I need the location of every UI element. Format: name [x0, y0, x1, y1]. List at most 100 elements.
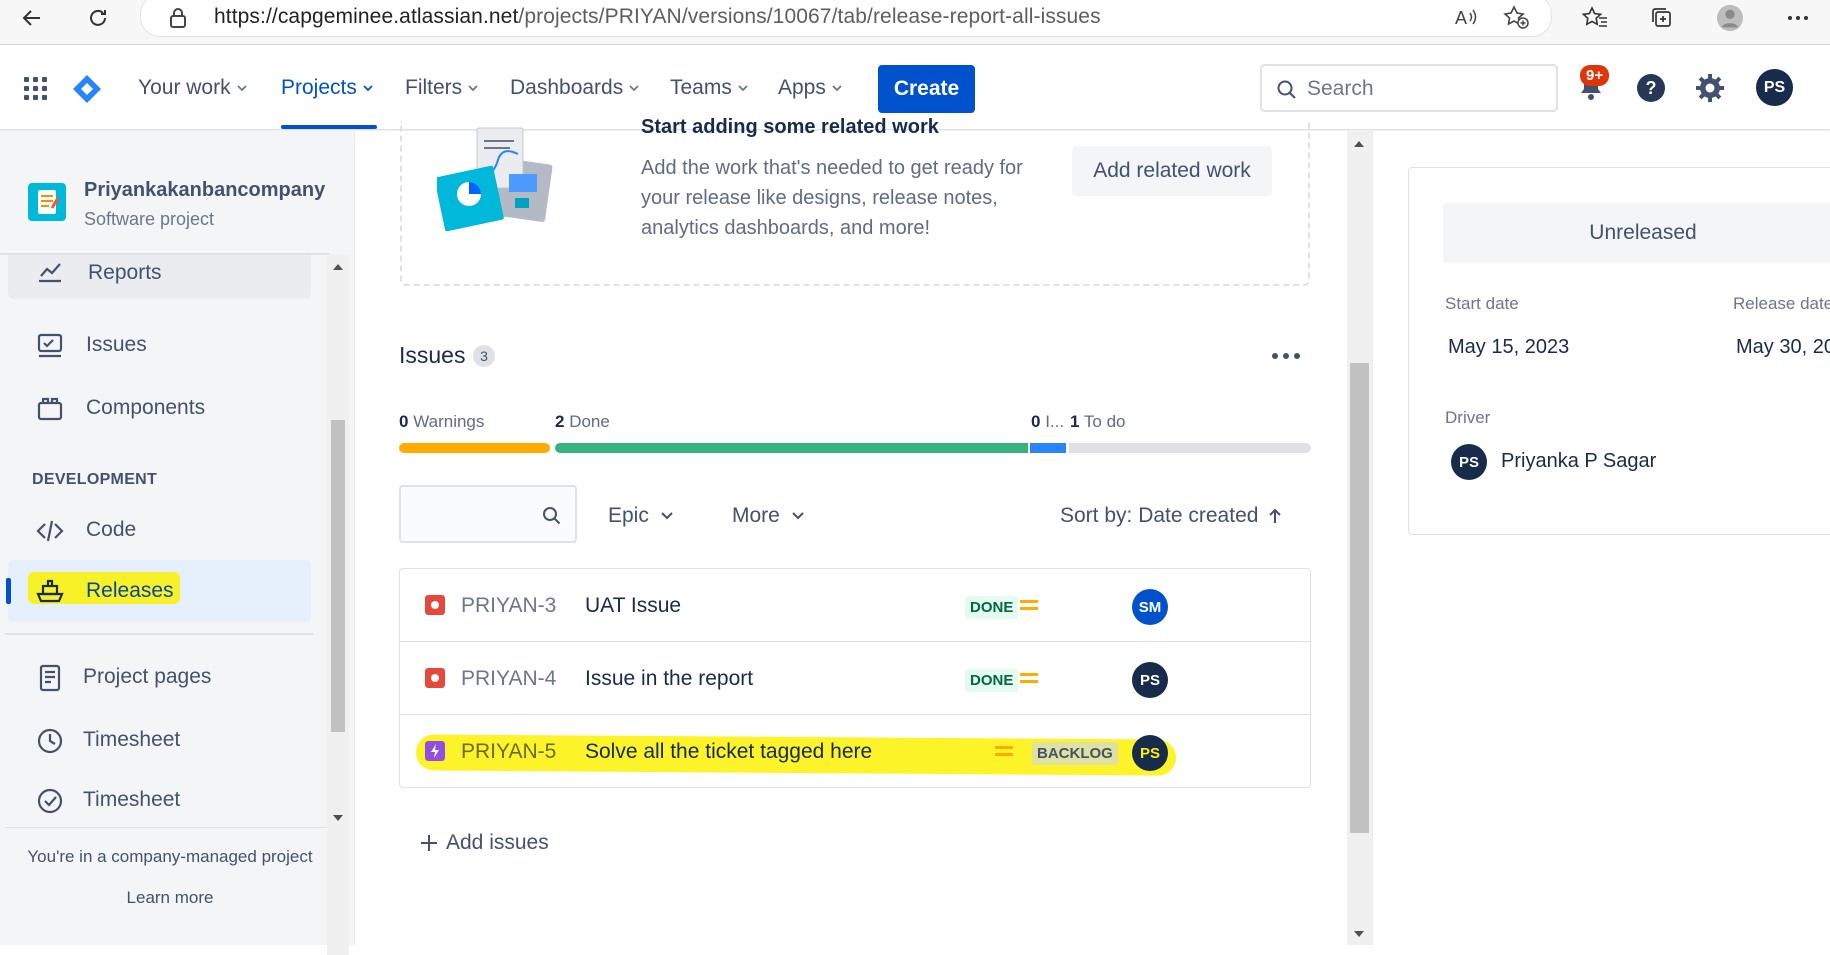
issue-key[interactable]: PRIYAN-5: [461, 740, 556, 764]
assignee-initials: PS: [1139, 671, 1160, 689]
release-main-content: Start adding some related work Add the w…: [355, 116, 1355, 945]
in-progress-label[interactable]: 0 I...: [1031, 412, 1064, 432]
chevron-down-icon: [363, 85, 373, 92]
sidebar-item-code[interactable]: Code: [8, 504, 311, 556]
table-row[interactable]: PRIYAN-5 Solve all the ticket tagged her…: [400, 715, 1310, 788]
issue-key[interactable]: PRIYAN-3: [461, 594, 556, 618]
sidebar-divider: [5, 633, 313, 635]
sidebar-item-timesheet[interactable]: Timesheet: [8, 714, 311, 766]
company-managed-note: You're in a company-managed project: [27, 847, 313, 866]
sidebar-scrollbar-thumb[interactable]: [331, 420, 345, 732]
release-status-button[interactable]: Unreleased: [1443, 203, 1830, 263]
sidebar-item-label: Code: [86, 518, 137, 541]
priority-medium-icon: [995, 746, 1013, 756]
release-date-label: Release date: [1733, 294, 1830, 313]
address-bar[interactable]: https://capgeminee.atlassian.net/project…: [140, 0, 1552, 37]
sort-by-dropdown[interactable]: Sort by: Date created: [1060, 504, 1282, 528]
sidebar-item-label: Project pages: [83, 665, 212, 688]
search-input[interactable]: Search: [1260, 64, 1558, 112]
epic-filter-dropdown[interactable]: Epic: [608, 504, 673, 528]
sidebar-footer-divider: [5, 827, 330, 828]
more-filter-dropdown[interactable]: More: [732, 504, 804, 528]
issue-summary[interactable]: UAT Issue: [585, 594, 681, 618]
browser-profile-icon[interactable]: [1716, 4, 1744, 32]
jira-logo-icon[interactable]: [71, 73, 103, 105]
issue-summary[interactable]: Issue in the report: [585, 667, 753, 691]
releases-ship-icon: [36, 579, 64, 603]
project-name[interactable]: Priyankakanbancompany: [84, 179, 325, 202]
create-button[interactable]: Create: [878, 65, 975, 113]
search-icon: [543, 507, 561, 525]
issue-filter-input[interactable]: [399, 485, 577, 543]
sidebar-item-issues[interactable]: Issues: [8, 319, 311, 371]
sidebar-item-reports[interactable]: Reports: [8, 255, 311, 299]
learn-more-link[interactable]: Learn more: [0, 888, 340, 908]
assignee-avatar[interactable]: PS: [1132, 662, 1168, 698]
table-row[interactable]: PRIYAN-3 UAT Issue DONE SM: [400, 569, 1310, 642]
issue-summary[interactable]: Solve all the ticket tagged here: [585, 740, 872, 764]
sidebar-item-releases[interactable]: Releases: [6, 560, 311, 622]
back-arrow-icon[interactable]: [18, 4, 46, 32]
warnings-progress-bar[interactable]: [399, 443, 550, 453]
notification-badge: 9+: [1580, 65, 1610, 86]
sidebar-item-timesheet-2[interactable]: Timesheet: [8, 774, 311, 826]
start-date-label: Start date: [1445, 294, 1519, 313]
collections-icon[interactable]: [1648, 4, 1676, 32]
favorite-add-icon[interactable]: [1503, 5, 1529, 29]
read-aloud-icon[interactable]: A: [1455, 7, 1479, 27]
help-icon[interactable]: ?: [1636, 73, 1666, 103]
more-actions-icon[interactable]: [1271, 352, 1301, 360]
nav-teams[interactable]: Teams: [670, 76, 748, 100]
nav-your-work[interactable]: Your work: [138, 76, 247, 100]
issue-key[interactable]: PRIYAN-4: [461, 667, 556, 691]
nav-filters[interactable]: Filters: [405, 76, 478, 100]
user-avatar[interactable]: PS: [1756, 69, 1793, 106]
favorites-icon[interactable]: [1581, 4, 1609, 32]
chevron-down-icon: [236, 85, 247, 92]
reload-icon[interactable]: [84, 4, 112, 32]
scroll-down-arrow-icon[interactable]: [1353, 929, 1365, 939]
scroll-up-arrow-icon[interactable]: [332, 262, 344, 272]
settings-gear-icon[interactable]: [1695, 73, 1725, 103]
done-progress-bar[interactable]: [555, 443, 1028, 453]
status-badge[interactable]: BACKLOG: [1032, 742, 1118, 765]
driver-name[interactable]: Priyanka P Sagar: [1501, 450, 1656, 473]
driver-initials: PS: [1458, 453, 1479, 471]
app-switcher-icon[interactable]: [24, 77, 48, 101]
nav-apps[interactable]: Apps: [778, 76, 842, 100]
sidebar-item-label: Issues: [86, 333, 147, 356]
table-row[interactable]: PRIYAN-4 Issue in the report DONE PS: [400, 642, 1310, 715]
todo-progress-bar[interactable]: [1069, 443, 1311, 453]
driver-label: Driver: [1445, 408, 1491, 427]
in-progress-bar[interactable]: [1030, 443, 1066, 453]
chevron-down-icon: [629, 85, 639, 92]
epic-lightning-icon: [425, 741, 445, 761]
add-related-work-button[interactable]: Add related work: [1072, 146, 1272, 196]
todo-label[interactable]: 1 To do: [1070, 412, 1125, 432]
assignee-avatar[interactable]: SM: [1132, 589, 1168, 625]
main-scrollbar-thumb[interactable]: [1350, 363, 1369, 833]
related-work-illustration-icon: [437, 127, 553, 231]
more-options-icon[interactable]: [1784, 4, 1812, 32]
status-badge[interactable]: DONE: [965, 596, 1019, 619]
sidebar-item-components[interactable]: Components: [8, 382, 311, 434]
warnings-label[interactable]: 0 Warnings: [399, 412, 484, 432]
scroll-up-arrow-icon[interactable]: [1353, 139, 1365, 149]
release-date-value[interactable]: May 30, 2023: [1736, 336, 1830, 359]
add-issues-button[interactable]: Add issues: [420, 831, 549, 855]
assignee-avatar[interactable]: PS: [1132, 735, 1168, 771]
scroll-down-arrow-icon[interactable]: [332, 813, 344, 823]
svg-text:?: ?: [1646, 78, 1657, 98]
chevron-down-icon: [832, 85, 842, 92]
sidebar-item-project-pages[interactable]: Project pages: [8, 651, 311, 703]
search-icon: [1277, 80, 1296, 99]
project-type: Software project: [84, 209, 215, 229]
project-pages-icon: [39, 664, 61, 692]
status-badge[interactable]: DONE: [965, 669, 1019, 692]
nav-projects[interactable]: Projects: [281, 76, 373, 100]
done-label[interactable]: 2 Done: [555, 412, 610, 432]
bug-icon: [425, 668, 445, 688]
start-date-value[interactable]: May 15, 2023: [1448, 336, 1569, 359]
sidebar-item-label: Reports: [88, 261, 162, 284]
nav-dashboards[interactable]: Dashboards: [510, 76, 639, 100]
